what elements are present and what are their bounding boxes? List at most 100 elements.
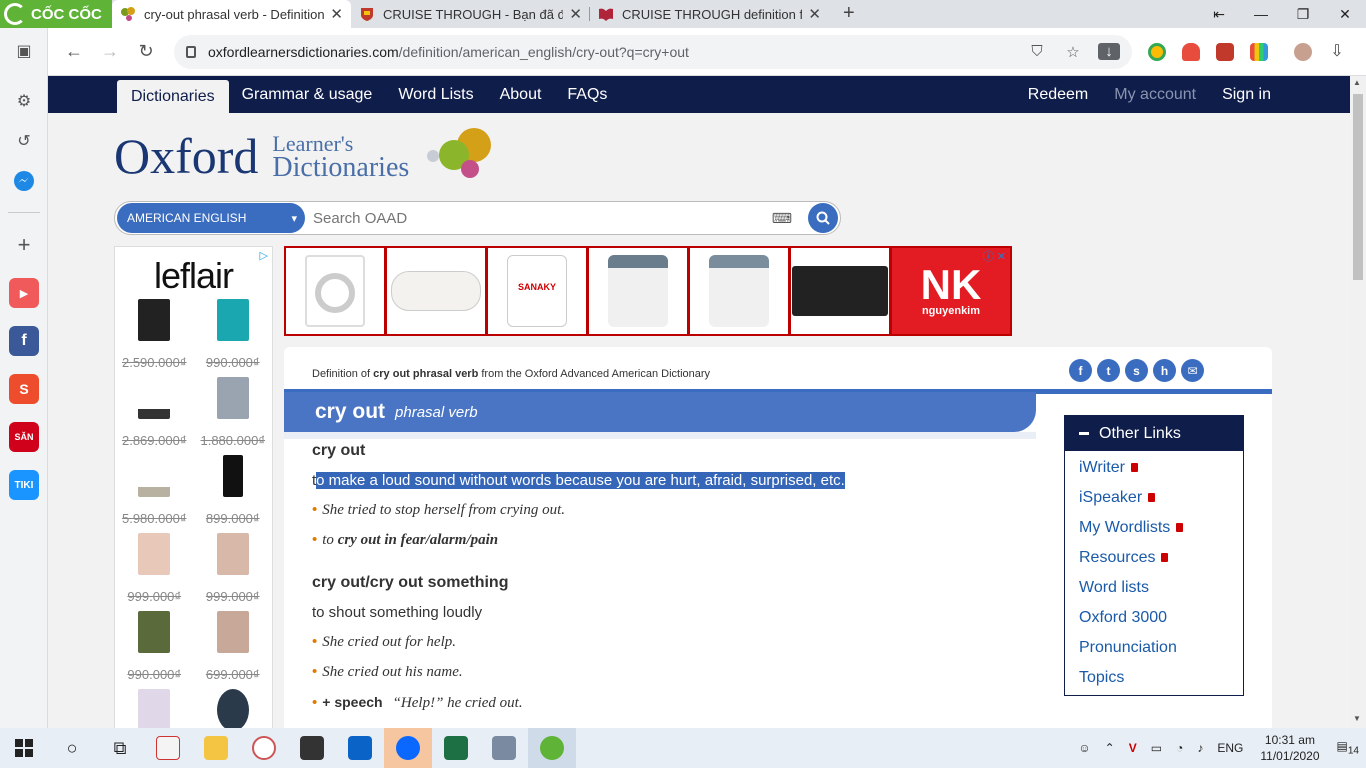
keyboard-icon[interactable]: ⌨ — [772, 210, 792, 227]
page-scrollbar[interactable]: ▲ ▼ — [1350, 76, 1366, 728]
outlook-icon[interactable] — [336, 728, 384, 768]
battery-icon[interactable]: ▭ — [1151, 741, 1162, 755]
ad-tile-heater[interactable] — [387, 248, 488, 334]
minimize-button[interactable]: — — [1240, 0, 1282, 28]
search-circle-icon[interactable]: ○ — [48, 728, 96, 768]
forward-button[interactable]: → — [92, 41, 128, 62]
nav-faqs[interactable]: FAQs — [554, 76, 620, 113]
nav-dictionaries[interactable]: Dictionaries — [117, 80, 229, 113]
scroll-down-icon[interactable]: ▼ — [1353, 714, 1361, 723]
coccoc-menu-button[interactable]: CỐC CỐC — [0, 0, 112, 28]
sendo-icon[interactable]: SĂN — [9, 422, 39, 452]
close-tab-icon[interactable]: ✕ — [330, 5, 343, 23]
extension-colors-icon[interactable] — [1250, 42, 1268, 61]
facebook-share-icon[interactable]: f — [1069, 359, 1092, 382]
zalo-icon[interactable] — [384, 728, 432, 768]
nav-my-account[interactable]: My account — [1101, 76, 1209, 113]
task-view-icon[interactable]: ⧉ — [96, 728, 144, 768]
twitter-share-icon[interactable]: t — [1097, 359, 1120, 382]
reload-button[interactable]: ↻ — [128, 41, 164, 62]
tab-search-icon[interactable]: ⇤ — [1198, 0, 1240, 28]
link-word-lists[interactable]: Word lists — [1065, 573, 1243, 603]
history-icon[interactable]: ↺ — [9, 126, 39, 156]
tab-cruise-through-2[interactable]: CRUISE THROUGH definition from ✕ — [590, 0, 829, 28]
other-links-header[interactable]: Other Links — [1065, 416, 1243, 451]
ad-product[interactable]: 899.000₫ — [194, 455, 273, 529]
ad-tile-washer[interactable] — [286, 248, 387, 334]
nav-word-lists[interactable]: Word Lists — [385, 76, 486, 113]
ad-product[interactable]: 990.000₫ — [115, 611, 194, 685]
input-language[interactable]: ENG — [1217, 741, 1243, 755]
ad-product[interactable]: 990.000₫ — [194, 299, 273, 373]
messenger-icon[interactable] — [9, 166, 39, 196]
link-iwriter[interactable]: iWriter — [1065, 453, 1243, 483]
profile-avatar[interactable] — [1294, 42, 1312, 61]
extension-chrome-icon[interactable] — [1148, 42, 1166, 61]
shopee-icon[interactable]: S — [9, 374, 39, 404]
url-text[interactable]: oxfordlearnersdictionaries.com/definitio… — [208, 44, 1012, 60]
ad-tile-freezer[interactable]: SANAKY — [488, 248, 589, 334]
nav-sign-in[interactable]: Sign in — [1209, 76, 1284, 113]
nav-about[interactable]: About — [487, 76, 555, 113]
ad-product[interactable] — [115, 689, 194, 728]
add-app-icon[interactable]: + — [9, 230, 39, 260]
url-bar[interactable]: oxfordlearnersdictionaries.com/definitio… — [174, 34, 1132, 69]
tab-cry-out[interactable]: cry-out phrasal verb - Definition, p ✕ — [112, 0, 351, 28]
oxford-logo[interactable]: Oxford Learner's Dictionaries — [114, 126, 507, 186]
nav-redeem[interactable]: Redeem — [1015, 76, 1101, 113]
file-explorer-icon[interactable] — [192, 728, 240, 768]
network-icon[interactable]: ◔ — [1176, 741, 1183, 755]
ad-tile-washer3[interactable] — [690, 248, 791, 334]
people-icon[interactable]: ☺ — [1078, 741, 1090, 755]
ad-product[interactable]: 2.590.000₫ — [115, 299, 194, 373]
back-button[interactable]: ← — [56, 41, 92, 62]
ad-product[interactable]: 1.880.000₫ — [194, 377, 273, 451]
ad-product[interactable]: 999.000₫ — [115, 533, 194, 607]
ad-product[interactable]: 2.869.000₫ — [115, 377, 194, 451]
maximize-button[interactable]: ❐ — [1282, 0, 1324, 28]
notification-center-icon[interactable]: ▤14 — [1337, 739, 1359, 756]
shield-icon[interactable]: ⛉ — [1026, 43, 1048, 60]
ad-product[interactable]: 699.000₫ — [194, 611, 273, 685]
ad-close-icon[interactable]: ⓘ ✕ — [983, 248, 1006, 264]
ad-product[interactable]: 999.000₫ — [194, 533, 273, 607]
close-tab-icon[interactable]: ✕ — [808, 5, 821, 23]
coccoc-taskbar-icon[interactable] — [528, 728, 576, 768]
link-oxford-3000[interactable]: Oxford 3000 — [1065, 603, 1243, 633]
show-hidden-icons[interactable]: ⌃ — [1105, 741, 1115, 755]
taskbar-app-settings[interactable] — [480, 728, 528, 768]
taskbar-app-notes[interactable] — [144, 728, 192, 768]
lock-icon[interactable] — [186, 45, 196, 58]
hatena-share-icon[interactable]: h — [1153, 359, 1176, 382]
ad-product[interactable]: 5.980.000₫ — [115, 455, 194, 529]
download-icon[interactable]: ↓ — [1098, 43, 1120, 60]
ad-tile-washer2[interactable] — [589, 248, 690, 334]
sidebar-toggle-icon[interactable]: ▣ — [9, 36, 39, 66]
extension-sync-icon[interactable] — [1216, 42, 1234, 61]
tab-cruise-through-1[interactable]: CRUISE THROUGH - Bạn đã đánh v ✕ — [351, 0, 590, 28]
tiki-icon[interactable]: TIKI — [9, 470, 39, 500]
link-my-wordlists[interactable]: My Wordlists — [1065, 513, 1243, 543]
link-topics[interactable]: Topics — [1065, 663, 1243, 693]
search-input[interactable] — [313, 209, 772, 227]
volume-icon[interactable]: ♪ — [1197, 741, 1203, 755]
stumbleupon-share-icon[interactable]: s — [1125, 359, 1148, 382]
unikey-icon[interactable]: V — [1129, 741, 1137, 755]
start-button[interactable] — [0, 728, 48, 768]
top-banner-advertisement[interactable]: SANAKY NK nguyenkim ⓘ ✕ — [284, 246, 1012, 336]
facebook-icon[interactable]: f — [9, 326, 39, 356]
close-window-button[interactable]: ✕ — [1324, 0, 1366, 28]
close-tab-icon[interactable]: ✕ — [569, 5, 582, 23]
link-resources[interactable]: Resources — [1065, 543, 1243, 573]
scrollbar-thumb[interactable] — [1353, 94, 1363, 280]
downloads-icon[interactable]: ⇩ — [1328, 43, 1346, 61]
taskbar-app-sticky[interactable] — [288, 728, 336, 768]
ad-tile-microwave[interactable] — [791, 248, 892, 334]
excel-icon[interactable] — [432, 728, 480, 768]
link-pronunciation[interactable]: Pronunciation — [1065, 633, 1243, 663]
dictionary-language-select[interactable]: AMERICAN ENGLISH — [117, 203, 305, 233]
settings-icon[interactable]: ⚙ — [9, 86, 39, 116]
clock[interactable]: 10:31 am 11/01/2020 — [1260, 732, 1319, 764]
email-share-icon[interactable]: ✉ — [1181, 359, 1204, 382]
ad-product[interactable] — [194, 689, 273, 728]
